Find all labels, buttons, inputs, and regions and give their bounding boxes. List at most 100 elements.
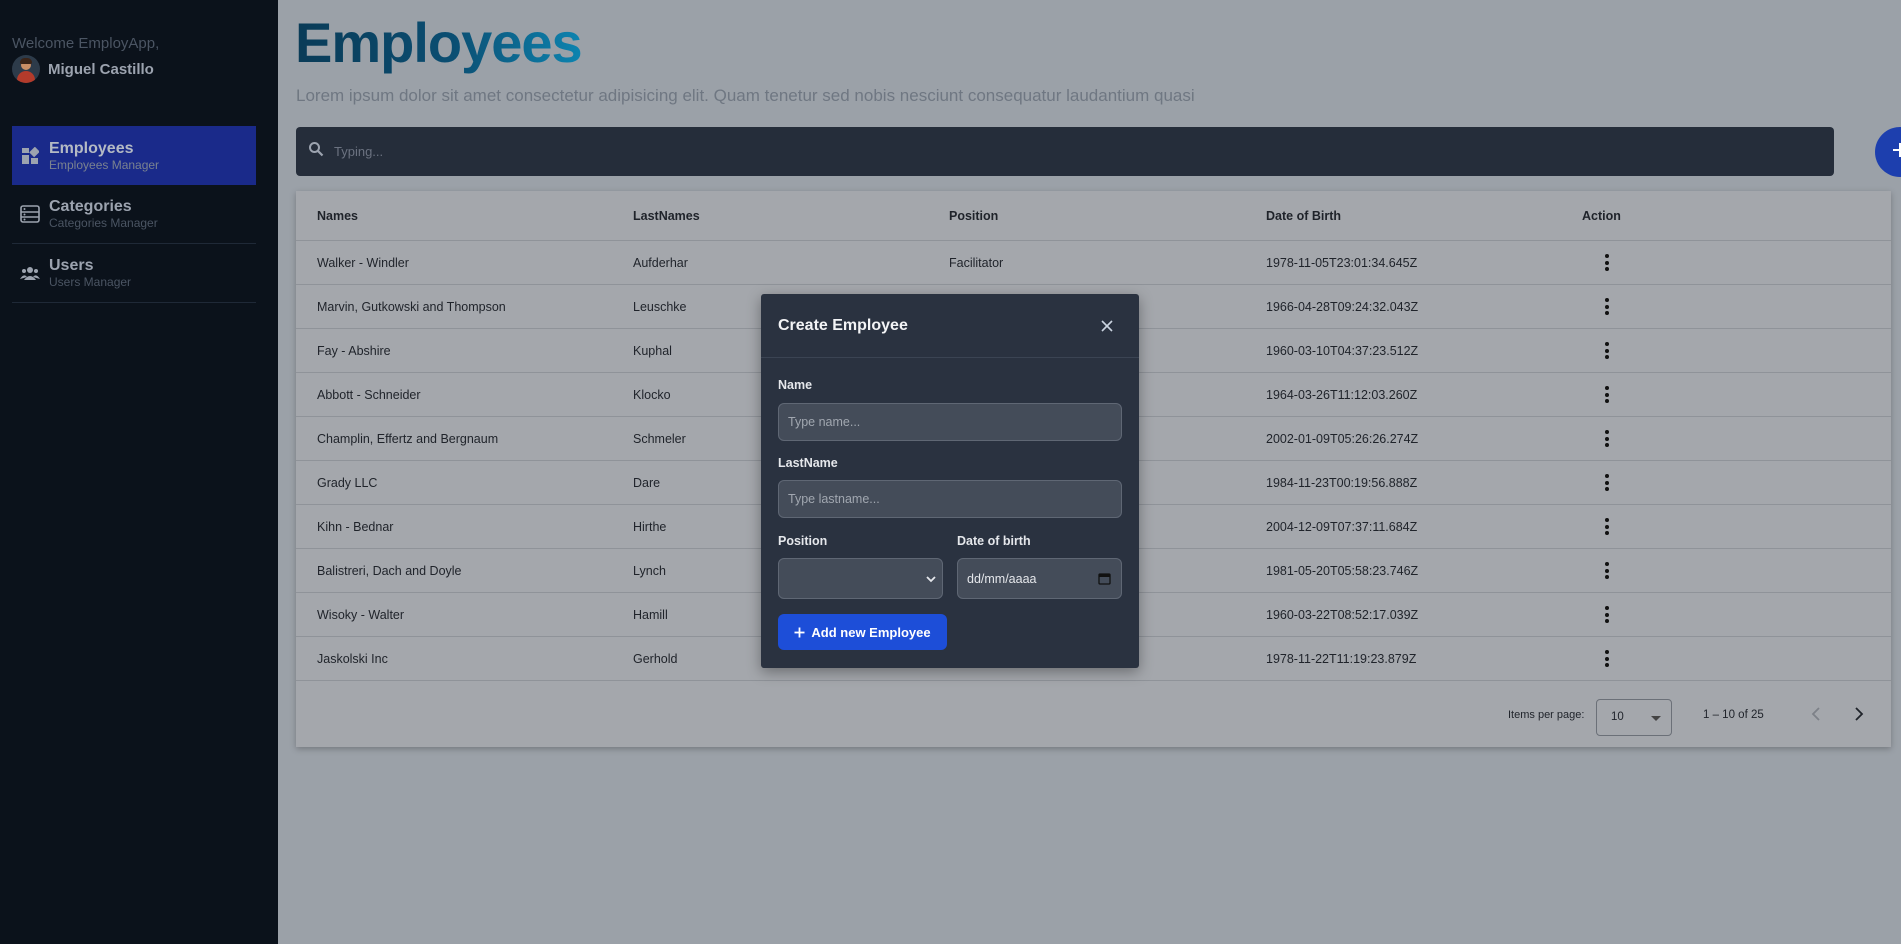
cell-lastname: Hirthe [633, 519, 667, 534]
cell-lastname: Dare [633, 475, 661, 490]
cell-dob: 2004-12-09T07:37:11.684Z [1266, 519, 1418, 534]
welcome-text: Welcome EmployApp, [12, 35, 160, 52]
cell-name: Wisoky - Walter [317, 607, 405, 622]
cell-name: Jaskolski Inc [317, 651, 388, 666]
add-employee-button[interactable] [1875, 127, 1901, 177]
previous-page-button[interactable] [1810, 705, 1822, 726]
table-header: Names LastNames Position Date of Birth A… [296, 191, 1891, 241]
cell-name: Abbott - Schneider [317, 387, 421, 402]
search-bar [296, 127, 1834, 176]
sidebar-item-title: Categories [49, 198, 132, 215]
cell-name: Grady LLC [317, 475, 378, 490]
users-icon [20, 263, 40, 283]
column-header-lastnames[interactable]: LastNames [633, 209, 700, 223]
cell-dob: 1978-11-05T23:01:34.645Z [1266, 255, 1418, 270]
cell-dob: 1960-03-22T08:52:17.039Z [1266, 607, 1419, 622]
chevron-left-icon [1811, 707, 1820, 721]
more-vert-icon[interactable] [1599, 296, 1615, 318]
sidebar-item-users[interactable]: Users Users Manager [12, 244, 256, 303]
cell-dob: 1981-05-20T05:58:23.746Z [1266, 563, 1419, 578]
sidebar-item-title: Users [49, 257, 94, 274]
add-new-employee-button[interactable]: Add new Employee [778, 614, 947, 650]
dob-field[interactable]: dd/mm/aaaa [957, 558, 1122, 599]
plus-icon [1892, 142, 1901, 163]
next-page-button[interactable] [1853, 705, 1865, 726]
position-select[interactable] [778, 558, 943, 599]
dashboard-icon [20, 146, 40, 166]
user-info: Miguel Castillo [12, 55, 154, 83]
cell-name: Fay - Abshire [317, 343, 391, 358]
sidebar-item-subtitle: Categories Manager [49, 216, 158, 230]
page-title: Employees [295, 11, 583, 74]
cell-dob: 1960-03-10T04:37:23.512Z [1266, 343, 1419, 358]
more-vert-icon[interactable] [1599, 384, 1615, 406]
page-range: 1 – 10 of 25 [1703, 709, 1764, 721]
cell-dob: 1978-11-22T11:19:23.879Z [1266, 651, 1417, 666]
chevron-down-icon [1651, 716, 1661, 721]
cell-dob: 1966-04-28T09:24:32.043Z [1266, 299, 1419, 314]
position-label: Position [778, 534, 828, 548]
items-per-page-select[interactable]: 10 [1596, 699, 1672, 736]
more-vert-icon[interactable] [1599, 516, 1615, 538]
avatar [12, 55, 40, 83]
name-field-wrapper [778, 403, 1122, 441]
cell-lastname: Klocko [633, 387, 671, 402]
dob-label: Date of birth [957, 534, 1031, 548]
cell-dob: 1964-03-26T11:12:03.260Z [1266, 387, 1418, 402]
dialog-title: Create Employee [778, 317, 908, 334]
sidebar-item-subtitle: Employees Manager [49, 157, 160, 172]
column-header-position[interactable]: Position [949, 209, 998, 223]
chevron-right-icon [1855, 707, 1864, 721]
column-header-names[interactable]: Names [317, 209, 358, 223]
chevron-down-icon [926, 576, 936, 583]
more-vert-icon[interactable] [1599, 604, 1615, 626]
cell-lastname: Kuphal [633, 343, 672, 358]
calendar-icon[interactable] [1098, 572, 1111, 585]
lastname-field[interactable] [788, 492, 1121, 506]
cell-lastname: Hamill [633, 607, 668, 622]
cell-lastname: Schmeler [633, 431, 686, 446]
items-per-page-value: 10 [1611, 711, 1624, 723]
sidebar-item-categories[interactable]: Categories Categories Manager [12, 185, 256, 244]
page-subtitle: Lorem ipsum dolor sit amet consectetur a… [296, 86, 1195, 105]
dob-placeholder: dd/mm/aaaa [967, 571, 1037, 586]
sidebar-item-employees[interactable]: Employees Employees Manager [12, 126, 256, 185]
cell-dob: 1984-11-23T00:19:56.888Z [1266, 475, 1418, 490]
column-header-action: Action [1582, 208, 1621, 223]
cell-position: Facilitator [949, 255, 1004, 270]
close-button[interactable] [1099, 318, 1115, 334]
cell-name: Marvin, Gutkowski and Thompson [317, 299, 506, 314]
items-per-page-label: Items per page: [1508, 709, 1585, 721]
list-icon [20, 204, 40, 224]
cell-lastname: Leuschke [633, 299, 687, 314]
cell-name: Kihn - Bednar [317, 519, 394, 534]
cell-name: Walker - Windler [317, 255, 409, 270]
add-new-employee-label: Add new Employee [811, 624, 931, 640]
cell-name: Champlin, Effertz and Bergnaum [317, 431, 499, 446]
more-vert-icon[interactable] [1599, 252, 1615, 274]
search-input[interactable] [334, 144, 1734, 159]
sidebar: Welcome EmployApp, Miguel Castillo Emplo… [0, 0, 278, 944]
column-header-dob[interactable]: Date of Birth [1266, 209, 1341, 223]
sidebar-item-subtitle: Users Manager [49, 275, 132, 289]
paginator: Items per page: 10 1 – 10 of 25 [296, 693, 1891, 736]
more-vert-icon[interactable] [1599, 340, 1615, 362]
close-icon [1101, 320, 1113, 332]
name-label: Name [778, 378, 813, 392]
lastname-field-wrapper [778, 480, 1122, 518]
cell-name: Balistreri, Dach and Doyle [317, 563, 462, 578]
cell-dob: 2002-01-09T05:26:26.274Z [1266, 431, 1419, 446]
cell-lastname: Gerhold [633, 651, 678, 666]
sidebar-nav: Employees Employees Manager Categories C… [12, 126, 256, 303]
more-vert-icon[interactable] [1599, 428, 1615, 450]
user-name: Miguel Castillo [48, 60, 154, 78]
dialog-header: Create Employee [761, 294, 1139, 358]
name-field[interactable] [788, 415, 1121, 429]
more-vert-icon[interactable] [1599, 648, 1615, 670]
plus-icon [794, 627, 805, 637]
search-icon [308, 141, 324, 162]
more-vert-icon[interactable] [1599, 560, 1615, 582]
cell-lastname: Aufderhar [633, 255, 688, 270]
more-vert-icon[interactable] [1599, 472, 1615, 494]
sidebar-item-title: Employees [49, 139, 134, 157]
